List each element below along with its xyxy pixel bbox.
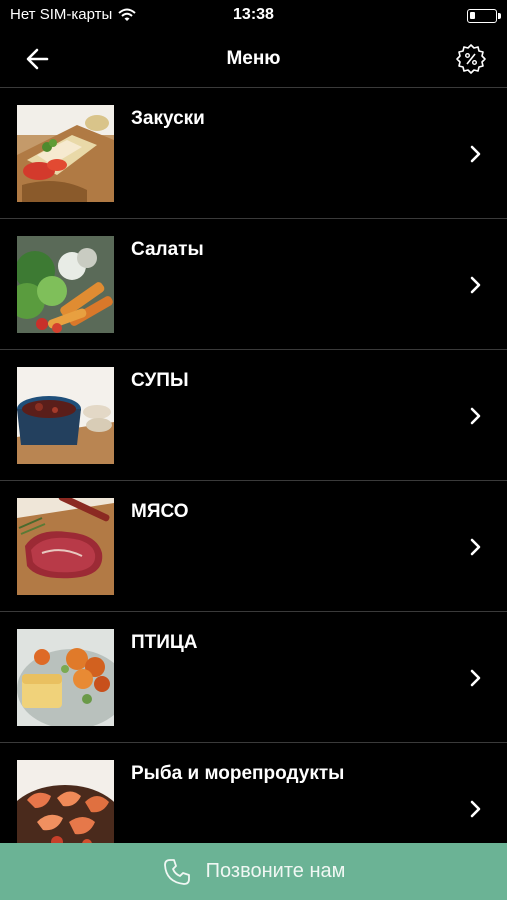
- chevron-right-icon: [470, 800, 481, 818]
- status-bar: Нет SIM-карты 13:38: [0, 0, 507, 32]
- phone-icon: [163, 858, 190, 885]
- menu-item-image: [17, 105, 114, 202]
- menu-item-image: [17, 367, 114, 464]
- menu-item-image: [17, 498, 114, 595]
- menu-item-supy[interactable]: СУПЫ: [0, 350, 507, 481]
- menu-item-label: ПТИЦА: [131, 632, 198, 653]
- menu-item-zakuski[interactable]: Закуски: [0, 88, 507, 219]
- chevron-right-icon: [470, 669, 481, 687]
- menu-list: Закуски Салаты СУПЫ МЯСО ПТИЦА Рыба и мо…: [0, 88, 507, 874]
- battery-icon: [467, 9, 501, 23]
- chevron-right-icon: [470, 538, 481, 556]
- chevron-right-icon: [470, 276, 481, 294]
- discount-button[interactable]: [455, 43, 487, 75]
- menu-item-image: [17, 629, 114, 726]
- page-title: Меню: [226, 48, 281, 69]
- menu-item-label: СУПЫ: [131, 370, 189, 391]
- call-us-label: Позвоните нам: [205, 860, 346, 882]
- menu-item-image: [17, 236, 114, 333]
- nav-bar: Меню: [0, 32, 507, 88]
- menu-item-label: Закуски: [131, 108, 205, 129]
- menu-item-myaso[interactable]: МЯСО: [0, 481, 507, 612]
- call-us-button[interactable]: Позвоните нам: [0, 843, 507, 900]
- menu-item-salaty[interactable]: Салаты: [0, 219, 507, 350]
- chevron-right-icon: [470, 407, 481, 425]
- chevron-right-icon: [470, 145, 481, 163]
- status-time: 13:38: [233, 6, 274, 23]
- percent-badge-icon: [456, 44, 486, 74]
- menu-item-label: МЯСО: [131, 501, 189, 522]
- menu-item-label: Рыба и морепродукты: [131, 763, 345, 784]
- battery-level: [470, 12, 475, 19]
- menu-item-ptitsa[interactable]: ПТИЦА: [0, 612, 507, 743]
- menu-item-label: Салаты: [131, 239, 204, 260]
